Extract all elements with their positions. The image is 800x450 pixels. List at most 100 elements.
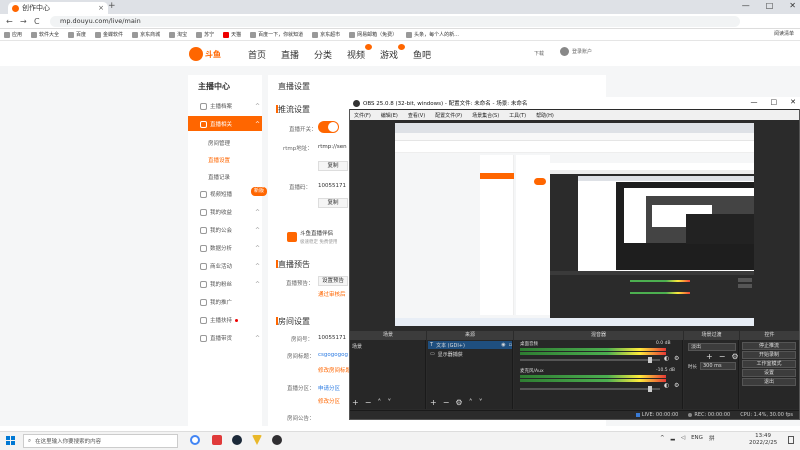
room-name-link[interactable]: 修改房间标题 [318,366,351,374]
speaker-icon[interactable]: ◐ [664,382,669,389]
stop-streaming-button[interactable]: 停止推流 [742,342,796,350]
sidebar-sub-settings[interactable]: 直播设置 [208,156,230,164]
minimize-button[interactable]: — [742,1,750,10]
reading-list[interactable]: 阅读清单 [774,30,794,37]
studio-mode-button[interactable]: 工作室模式 [742,360,796,368]
speaker-icon[interactable]: ◐ [664,355,669,362]
scene-item[interactable]: 场景 [352,343,362,350]
add-icon[interactable]: + [352,398,359,407]
sidebar-item-business[interactable]: 商业活动 ^ [200,262,260,270]
start-recording-button[interactable]: 开始录制 [742,351,796,359]
windows-start-icon[interactable] [6,436,15,445]
forward-icon[interactable]: → [20,17,27,26]
sidebar-item-income[interactable]: 我的收益 ^ [200,208,260,216]
remove-icon[interactable]: − [719,352,726,361]
gear-icon[interactable]: ⚙ [731,352,738,361]
arrow-up-icon[interactable]: ˄ [469,398,473,407]
obs-taskbar-icon[interactable] [272,435,282,445]
obs-menu-edit[interactable]: 编辑(E) [381,112,398,119]
bookmark-item[interactable]: 天猫 [223,31,241,38]
tray-expand-icon[interactable]: ^ [660,435,665,441]
obs-maximize-button[interactable]: □ [771,98,778,106]
sidebar-item-profile[interactable]: 主播档案 ^ [200,102,260,110]
browser-tab[interactable]: 创作中心 × [8,2,108,14]
address-bar[interactable]: mp.douyu.com/live/main [50,16,740,27]
eye-icon[interactable]: ◉ [501,342,505,348]
obs-menu-tools[interactable]: 工具(T) [509,112,526,119]
bookmark-item[interactable]: 京东超市 [312,31,340,38]
sidebar-item-live[interactable]: 直播相关 ^ [200,120,260,128]
obs-menu-help[interactable]: 帮助(H) [536,112,554,119]
add-icon[interactable]: + [430,398,437,407]
bookmark-item[interactable]: 应用 [4,31,22,38]
nav-category[interactable]: 分类 [314,48,347,61]
obs-menu-file[interactable]: 文件(F) [354,112,371,119]
exit-button[interactable]: 退出 [742,378,796,386]
duration-input[interactable]: 300 ms [700,362,736,370]
user-menu[interactable]: 登录账户 [560,47,592,56]
app-icon[interactable] [212,435,222,445]
notification-icon[interactable] [788,436,794,444]
douyu-logo[interactable]: 斗鱼 [189,45,231,63]
nav-game[interactable]: 游戏 [380,44,413,61]
taskbar-search[interactable]: ⌕ 在这里输入你要搜索的内容 [23,434,178,448]
live-switch-toggle[interactable] [318,121,339,133]
source-item-display[interactable]: ▭ 显示器捕获 [428,350,512,358]
sidebar-item-support[interactable]: 主播扶持 [200,316,260,324]
language-indicator[interactable]: ENG [691,435,703,441]
obs-menu-view[interactable]: 查看(V) [408,112,425,119]
arrow-down-icon[interactable]: ˅ [479,398,483,407]
close-button[interactable]: ✕ [789,1,796,10]
settings-button[interactable]: 设置 [742,369,796,377]
copy-code-button[interactable]: 复制 [318,198,348,208]
obs-menu-profile[interactable]: 配置文件(P) [435,112,462,119]
copy-rtmp-button[interactable]: 复制 [318,161,348,171]
source-item-text[interactable]: T 文本 (GDI+) ◉ ▫ [428,341,512,349]
new-tab-button[interactable]: + [108,1,116,11]
volume-slider[interactable] [520,357,660,363]
tab-close-icon[interactable]: × [98,4,104,12]
maximize-button[interactable]: □ [766,1,774,10]
steam-icon[interactable] [232,435,242,445]
taskbar-clock[interactable]: 13:49 2022/2/25 [749,433,777,447]
obs-minimize-button[interactable]: — [751,98,758,106]
bookmark-item[interactable]: 软件大全 [31,31,59,38]
gear-icon[interactable]: ⚙ [674,382,679,389]
bookmark-item[interactable]: 百度 [68,31,86,38]
set-notice-button[interactable]: 设置预告 [318,276,348,286]
notice-link[interactable]: 通过审核后 [318,290,346,298]
gear-icon[interactable]: ⚙ [674,355,679,362]
sidebar-item-fans[interactable]: 我的粉丝 ^ [200,280,260,288]
bookmark-item[interactable]: 头条，每个人的新... [406,31,459,38]
bookmark-item[interactable]: 淘宝 [169,31,187,38]
nav-yuba[interactable]: 鱼吧 [413,48,446,61]
bookmark-item[interactable]: 苏宁 [196,31,214,38]
bookmark-item[interactable]: 京东商城 [132,31,160,38]
network-icon[interactable]: ▂ [671,435,675,441]
volume-icon[interactable]: ◁ [681,435,685,441]
remove-icon[interactable]: − [443,398,450,407]
remove-icon[interactable]: − [365,398,372,407]
promo-banner[interactable]: 斗鱼直播伴侣 极速稳定 免费使用 [287,224,349,250]
sidebar-item-data[interactable]: 数据分析 ^ [200,244,260,252]
add-icon[interactable]: + [706,352,713,361]
sidebar-sub-records[interactable]: 直播记录 [208,173,230,181]
sidebar-item-goods[interactable]: 直播带货 ^ [200,334,260,342]
back-icon[interactable]: ← [6,17,13,26]
bookmark-item[interactable]: 百度一下，你就知道 [250,31,303,38]
obs-menu-scenes[interactable]: 场景集合(S) [472,112,499,119]
obs-close-button[interactable]: ✕ [790,98,796,106]
arrow-down-icon[interactable]: ˅ [387,398,391,407]
nav-home[interactable]: 首页 [248,48,281,61]
chrome-icon[interactable] [190,435,200,445]
gear-icon[interactable]: ⚙ [455,398,462,407]
download-link[interactable]: 下载 [534,50,544,57]
bookmark-item[interactable]: 网易邮箱（免费） [349,31,397,38]
ime-indicator[interactable]: 拼 [709,434,715,442]
nav-live[interactable]: 直播 [281,48,314,61]
lock-icon[interactable]: ▫ [509,342,512,348]
sidebar-sub-room[interactable]: 房间管理 [208,139,230,147]
sidebar-item-guild[interactable]: 我的公会 ^ [200,226,260,234]
arrow-up-icon[interactable]: ˄ [377,398,381,407]
nav-video[interactable]: 视频 [347,44,380,61]
